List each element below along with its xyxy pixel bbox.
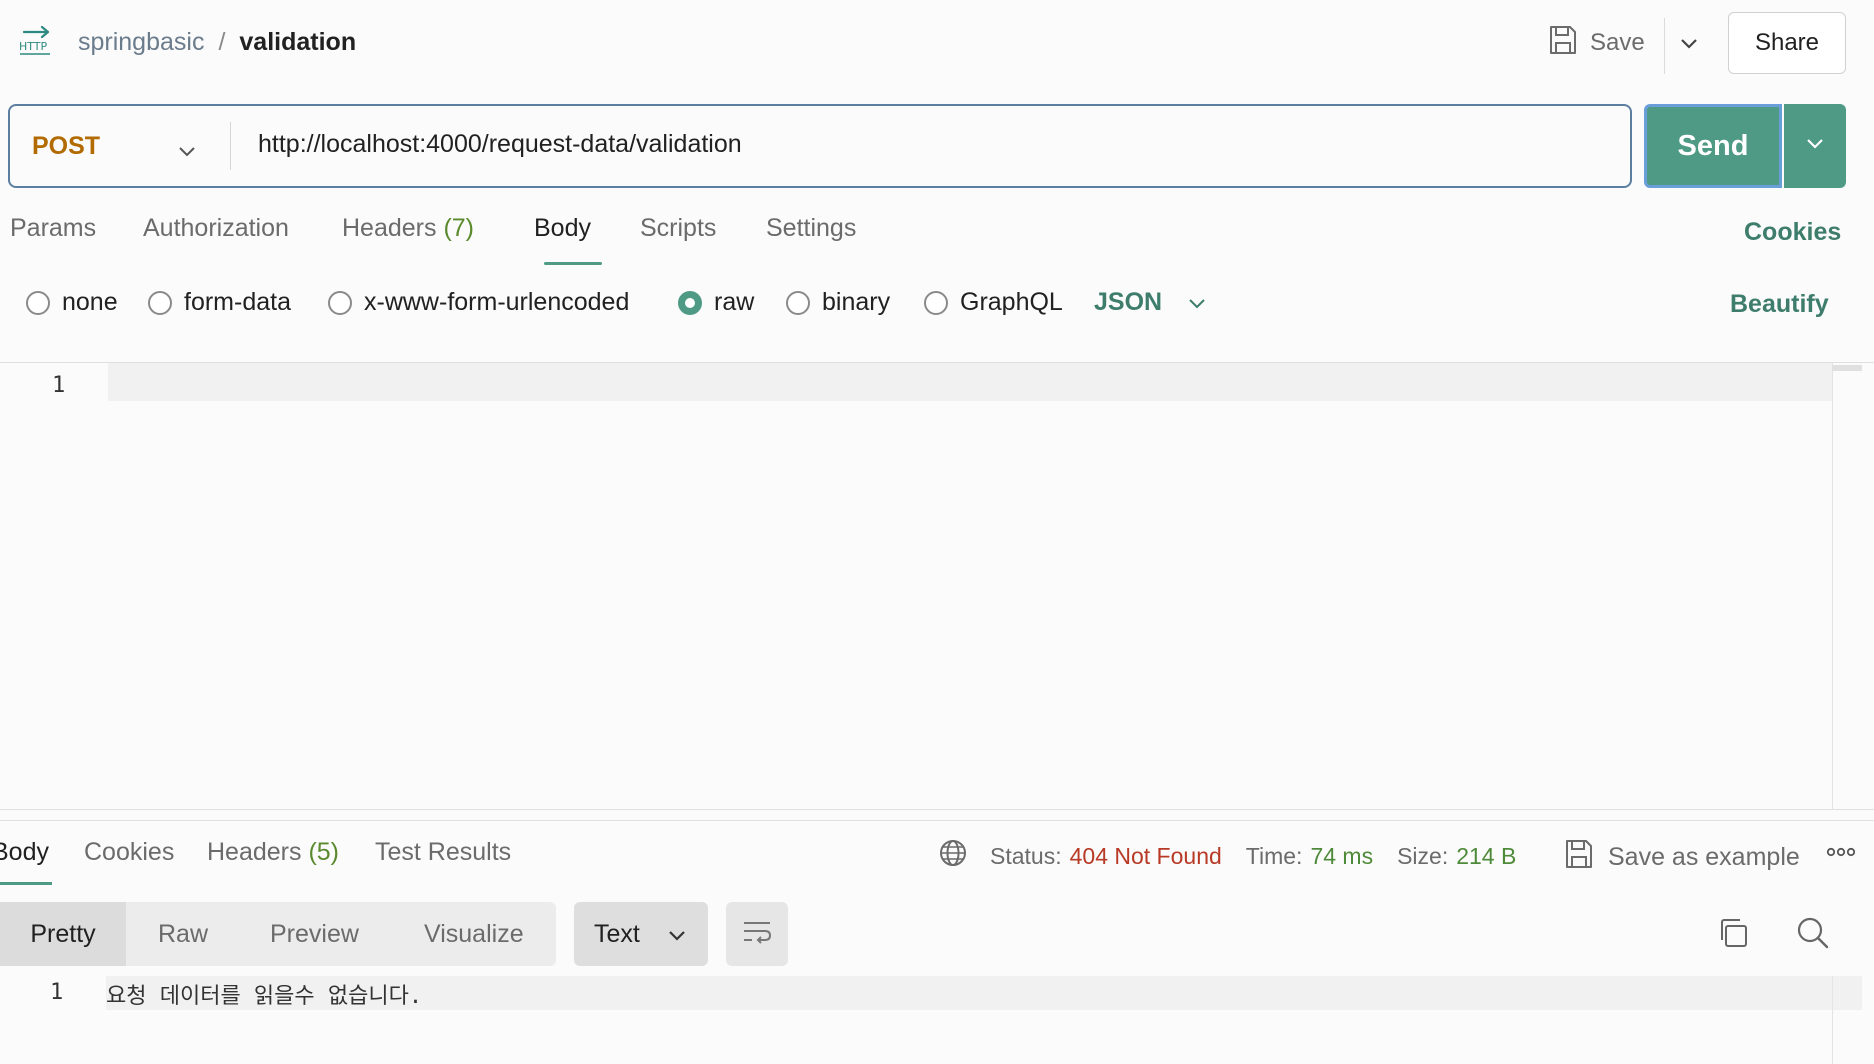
response-line-number: 1	[50, 980, 64, 1005]
http-icon: HTTP	[18, 25, 54, 58]
view-mode-preview[interactable]: Preview	[270, 902, 359, 966]
method-select[interactable]: POST	[10, 106, 230, 186]
more-options-icon[interactable]	[1826, 842, 1856, 867]
res-tab-body[interactable]: Body	[0, 838, 49, 867]
chevron-down-icon	[1188, 288, 1206, 317]
radio-none[interactable]: none	[26, 288, 118, 317]
tab-authorization[interactable]: Authorization	[143, 214, 289, 243]
res-tab-headers[interactable]: Headers (5)	[207, 838, 339, 867]
response-scrollbar[interactable]	[1832, 976, 1862, 1064]
radio-circle	[26, 290, 50, 315]
save-icon	[1564, 838, 1594, 877]
chevron-down-icon	[178, 136, 196, 165]
radio-form-data[interactable]: form-data	[148, 288, 291, 317]
radio-circle	[924, 290, 948, 315]
radio-circle-checked	[678, 290, 702, 315]
chevron-down-icon	[1806, 137, 1824, 155]
radio-binary[interactable]: binary	[786, 288, 890, 317]
radio-label: raw	[714, 288, 755, 316]
radio-raw[interactable]: raw	[678, 288, 754, 317]
tab-settings[interactable]: Settings	[766, 214, 856, 243]
save-as-example-label: Save as example	[1608, 843, 1800, 871]
radio-label: none	[62, 288, 118, 316]
line-number: 1	[52, 373, 66, 398]
active-line-highlight	[108, 363, 1832, 401]
wrap-lines-button[interactable]	[726, 902, 788, 966]
send-button[interactable]: Send	[1644, 104, 1782, 188]
editor-scrollbar-thumb[interactable]	[1832, 365, 1862, 371]
save-button[interactable]: Save	[1548, 18, 1645, 68]
response-view-modes: Pretty Raw Preview Visualize	[0, 902, 556, 966]
status-label: Status:	[990, 842, 1062, 869]
save-options-button[interactable]	[1664, 18, 1712, 74]
pane-divider[interactable]	[0, 820, 1874, 821]
tab-body[interactable]: Body	[534, 214, 591, 243]
tab-headers[interactable]: Headers (7)	[342, 214, 474, 243]
view-mode-visualize[interactable]: Visualize	[424, 902, 524, 966]
url-bar: POST http://localhost:4000/request-data/…	[8, 104, 1632, 188]
radio-circle	[328, 290, 352, 315]
request-name[interactable]: validation	[239, 28, 356, 57]
size-label: Size:	[1397, 842, 1449, 869]
radio-circle	[786, 290, 810, 315]
request-body-editor[interactable]: 1	[0, 362, 1874, 810]
radio-label: binary	[822, 288, 891, 316]
view-mode-raw[interactable]: Raw	[158, 902, 208, 966]
response-format-select[interactable]: Text	[574, 902, 708, 966]
tab-scripts[interactable]: Scripts	[640, 214, 716, 243]
save-label: Save	[1590, 29, 1645, 56]
chevron-down-icon	[668, 920, 686, 949]
url-divider	[230, 122, 231, 170]
chevron-down-icon	[1680, 37, 1698, 55]
url-input[interactable]: http://localhost:4000/request-data/valid…	[258, 130, 742, 159]
res-tab-cookies[interactable]: Cookies	[84, 838, 174, 867]
time-value[interactable]: 74 ms	[1310, 843, 1373, 870]
radio-label: form-data	[184, 288, 291, 316]
search-icon[interactable]	[1796, 916, 1830, 955]
response-meta: Status: 404 Not Found Time: 74 ms Size: …	[938, 838, 1516, 874]
editor-scrollbar[interactable]	[1832, 363, 1862, 809]
view-mode-pretty[interactable]: Pretty	[0, 902, 126, 966]
breadcrumb: springbasic / validation	[78, 24, 356, 60]
res-tab-test-results[interactable]: Test Results	[375, 838, 511, 867]
active-response-tab-indicator	[0, 882, 52, 885]
tab-headers-count: (7)	[443, 214, 475, 242]
size-value[interactable]: 214 B	[1456, 843, 1516, 870]
copy-icon[interactable]	[1716, 916, 1750, 955]
beautify-button[interactable]: Beautify	[1730, 290, 1829, 319]
response-format-label: Text	[594, 919, 640, 948]
res-tab-headers-label: Headers	[207, 838, 302, 866]
time-label: Time:	[1245, 842, 1303, 869]
share-button[interactable]: Share	[1728, 12, 1846, 74]
save-icon	[1548, 24, 1578, 63]
wrap-lines-icon	[741, 919, 773, 950]
radio-label: GraphQL	[960, 288, 1063, 316]
status-value[interactable]: 404 Not Found	[1070, 843, 1222, 870]
method-label: POST	[32, 131, 101, 160]
body-format-select[interactable]: JSON	[1094, 288, 1206, 317]
globe-icon[interactable]	[938, 838, 968, 874]
radio-circle	[148, 290, 172, 315]
radio-graphql[interactable]: GraphQL	[924, 288, 1063, 317]
body-format-label: JSON	[1094, 288, 1163, 316]
res-tab-headers-count: (5)	[308, 838, 340, 866]
breadcrumb-collection[interactable]: springbasic	[78, 28, 204, 57]
tab-params[interactable]: Params	[10, 214, 96, 243]
response-body-text[interactable]: 요청 데이터를 읽을수 없습니다.	[106, 978, 422, 1010]
send-options-button[interactable]	[1784, 104, 1846, 188]
breadcrumb-separator: /	[218, 27, 226, 56]
svg-text:HTTP: HTTP	[19, 40, 48, 53]
save-as-example-button[interactable]: Save as example	[1564, 838, 1800, 877]
radio-label: x-www-form-urlencoded	[364, 288, 630, 316]
active-tab-indicator	[544, 262, 602, 265]
tab-headers-label: Headers	[342, 214, 437, 242]
cookies-link[interactable]: Cookies	[1744, 218, 1841, 247]
radio-x-www-form-urlencoded[interactable]: x-www-form-urlencoded	[328, 288, 629, 317]
